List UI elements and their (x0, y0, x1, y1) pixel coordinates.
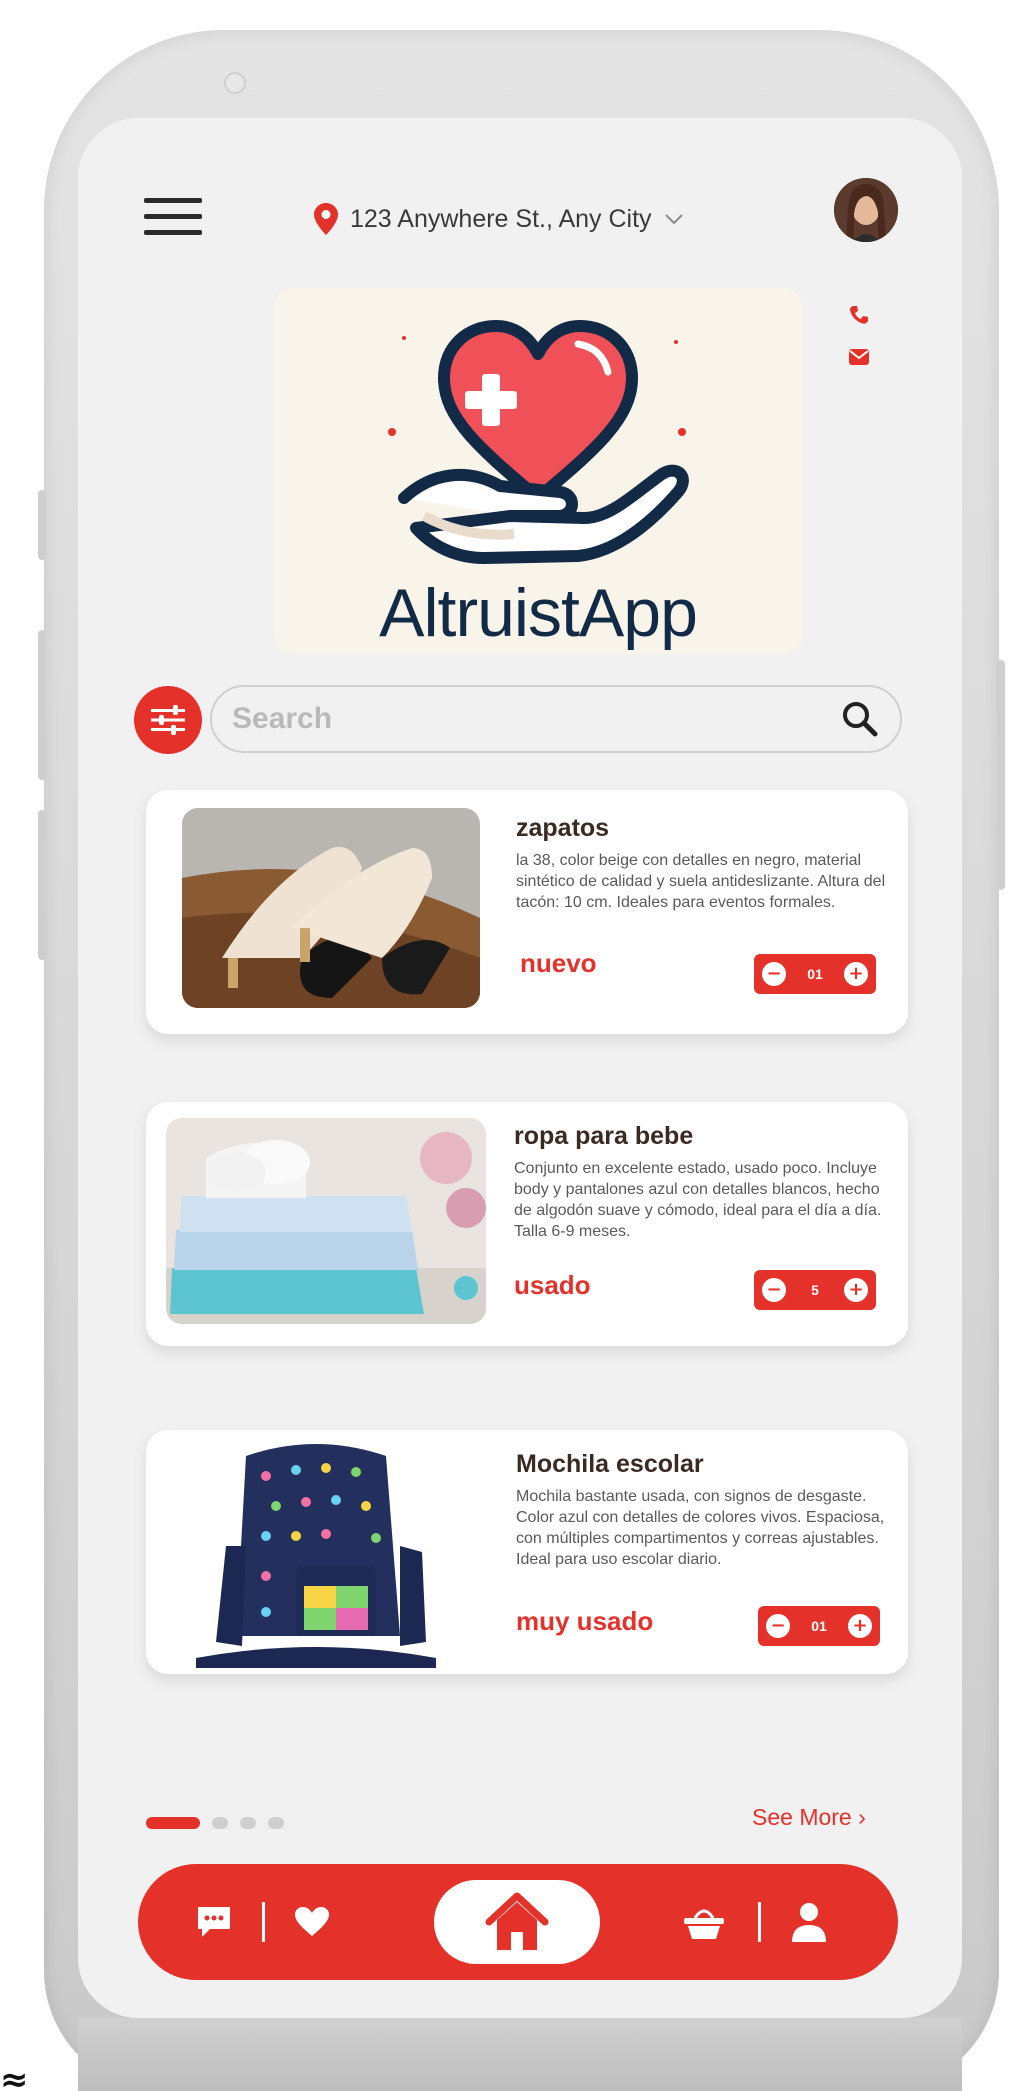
increment-button[interactable]: + (847, 1614, 872, 1638)
product-card[interactable]: zapatos la 38, color beige con detalles … (146, 790, 908, 1034)
location-selector[interactable]: 123 Anywhere St., Any City (314, 194, 684, 244)
product-description: la 38, color beige con detalles en negro… (516, 852, 886, 911)
heart-hand-logo-icon (388, 320, 689, 564)
phone-bottom (78, 2018, 962, 2091)
increment-button[interactable]: + (843, 962, 868, 986)
nav-basket[interactable] (682, 1902, 726, 1942)
quantity-stepper: − 01 + (754, 954, 876, 994)
filter-button[interactable] (134, 686, 202, 754)
filter-sliders-icon (151, 705, 185, 735)
page-dot[interactable] (212, 1817, 228, 1829)
product-image (186, 1436, 456, 1668)
nav-separator (758, 1902, 761, 1942)
location-text: 123 Anywhere St., Any City (350, 204, 652, 233)
avatar-photo (834, 178, 898, 242)
product-condition: nuevo (520, 948, 597, 978)
backpack-photo (186, 1436, 456, 1668)
decrement-button[interactable]: − (762, 1278, 786, 1302)
nav-profile[interactable] (788, 1900, 830, 1944)
product-condition: muy usado (516, 1606, 654, 1636)
bottom-navigation (138, 1864, 898, 1980)
basket-icon (684, 1909, 724, 1939)
product-title: zapatos (516, 814, 610, 842)
page-dot[interactable] (268, 1817, 284, 1829)
product-card[interactable]: ropa para bebe Conjunto en excelente est… (146, 1102, 908, 1346)
brand-logo-card: AltruistApp (274, 288, 802, 654)
stray-glyph: ≈ (0, 2060, 29, 2091)
product-image (182, 808, 480, 1008)
see-more-label: See More (752, 1804, 852, 1830)
side-button (38, 630, 46, 780)
product-condition: usado (514, 1270, 591, 1300)
contact-icons (848, 304, 878, 388)
pagination-dots (146, 1817, 284, 1829)
nav-chat[interactable] (194, 1902, 234, 1942)
search-bar (210, 685, 902, 753)
heart-icon (295, 1907, 329, 1936)
quantity-value: 01 (811, 1618, 827, 1634)
quantity-stepper: − 5 + (754, 1270, 876, 1310)
shoes-photo (182, 808, 480, 1008)
nav-home[interactable] (434, 1880, 600, 1964)
product-title: ropa para bebe (514, 1122, 694, 1150)
profile-icon (792, 1903, 826, 1942)
decrement-button[interactable]: − (762, 962, 786, 986)
product-description: Conjunto en excelente estado, usado poco… (514, 1160, 882, 1240)
product-image (166, 1118, 486, 1324)
see-more-link[interactable]: See More › (752, 1804, 866, 1831)
chevron-down-icon (664, 214, 683, 225)
avatar[interactable] (834, 178, 898, 242)
increment-button[interactable]: + (843, 1278, 868, 1302)
camera-icon (224, 72, 246, 94)
phone-icon[interactable] (848, 304, 870, 326)
product-card[interactable]: Mochila escolar Mochila bastante usada, … (146, 1430, 908, 1674)
decrement-button[interactable]: − (766, 1614, 790, 1638)
mail-icon[interactable] (848, 348, 870, 366)
page-dot[interactable] (240, 1817, 256, 1829)
quantity-stepper: − 01 + (758, 1606, 880, 1646)
quantity-value: 5 (811, 1282, 819, 1298)
menu-icon[interactable] (144, 198, 202, 242)
brand-name: AltruistApp (379, 575, 698, 651)
location-pin-icon (314, 203, 338, 235)
page-dot-active[interactable] (146, 1817, 200, 1829)
chevron-right-icon: › (858, 1804, 866, 1830)
nav-separator (262, 1902, 265, 1942)
product-title: Mochila escolar (516, 1450, 704, 1478)
search-icon[interactable] (840, 699, 880, 739)
side-button (997, 660, 1005, 890)
home-icon (485, 1892, 549, 1950)
baby-clothes-photo (166, 1118, 486, 1324)
app-screen: 123 Anywhere St., Any City AltruistApp S… (78, 118, 962, 2018)
quantity-value: 01 (807, 966, 823, 982)
product-description: Mochila bastante usada, con signos de de… (516, 1488, 885, 1568)
search-input[interactable] (232, 702, 840, 736)
side-button (38, 810, 46, 960)
chat-icon (198, 1907, 230, 1937)
side-button (38, 490, 46, 560)
nav-favorites[interactable] (292, 1902, 332, 1942)
